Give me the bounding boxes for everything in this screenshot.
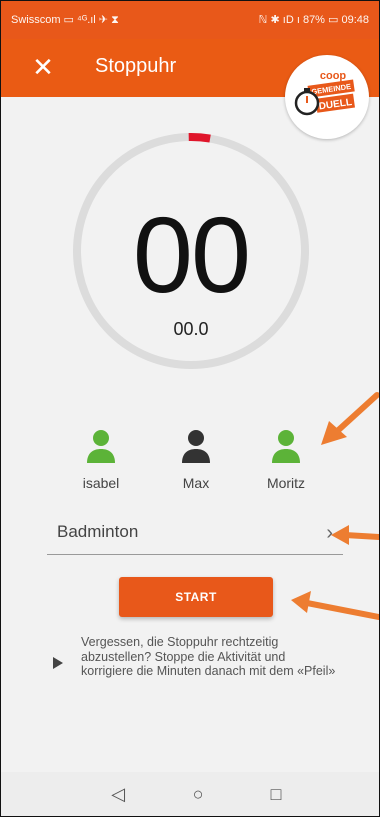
participant-name: Max	[182, 475, 210, 491]
activity-label: Badminton	[57, 522, 139, 541]
participant-item[interactable]: Moritz	[246, 429, 326, 491]
participant-item[interactable]: Max	[156, 429, 236, 491]
timer-progress-arc	[188, 133, 211, 143]
recents-icon[interactable]: □	[261, 780, 291, 808]
activity-select[interactable]: Badminton ›	[47, 514, 343, 555]
back-icon[interactable]: ◁	[103, 780, 133, 808]
person-icon	[182, 430, 210, 463]
person-body	[272, 449, 300, 463]
page-title: Stoppuhr	[95, 55, 177, 77]
carrier-info: Swisscom ▭ ⁴ᴳ.ıl ✈ ⧗	[11, 14, 119, 26]
participant-item[interactable]: isabel	[61, 429, 141, 491]
logo-coop-text: coop	[320, 70, 347, 82]
participant-list: isabel Max Moritz	[61, 429, 321, 499]
annotation-arrow-participants-icon	[321, 392, 379, 445]
hint-text: Vergessen, die Stoppuhr rechtzeitig abzu…	[81, 635, 336, 678]
timer-seconds: 00.0	[173, 319, 209, 339]
status-bar: Swisscom ▭ ⁴ᴳ.ıl ✈ ⧗ ℕ ✱ ıD ı 87% ▭ 09:4…	[1, 1, 379, 39]
timer-minutes: 00	[132, 194, 251, 315]
person-icon	[87, 430, 115, 463]
person-icon	[272, 430, 300, 463]
coop-gemeinde-duell-logo: coop GEMEINDE DUELL	[285, 55, 369, 139]
home-icon[interactable]: ○	[183, 780, 213, 808]
start-button[interactable]: START	[119, 577, 273, 617]
person-head	[93, 430, 109, 446]
person-head	[188, 430, 204, 446]
annotation-arrow-start-icon	[291, 591, 379, 620]
participant-name: isabel	[82, 475, 120, 491]
person-body	[87, 449, 115, 463]
screen: Swisscom ▭ ⁴ᴳ.ıl ✈ ⧗ ℕ ✱ ıD ı 87% ▭ 09:4…	[0, 0, 380, 817]
play-arrow-icon[interactable]	[53, 657, 63, 669]
annotation-arrow-activity-icon	[331, 525, 379, 545]
system-nav-bar: ◁ ○ □	[1, 772, 379, 816]
person-body	[182, 449, 210, 463]
close-icon[interactable]: ✕	[29, 53, 57, 81]
person-head	[278, 430, 294, 446]
status-indicators: ℕ ✱ ıD ı 87% ▭ 09:48	[258, 14, 369, 26]
participant-name: Moritz	[266, 475, 306, 491]
